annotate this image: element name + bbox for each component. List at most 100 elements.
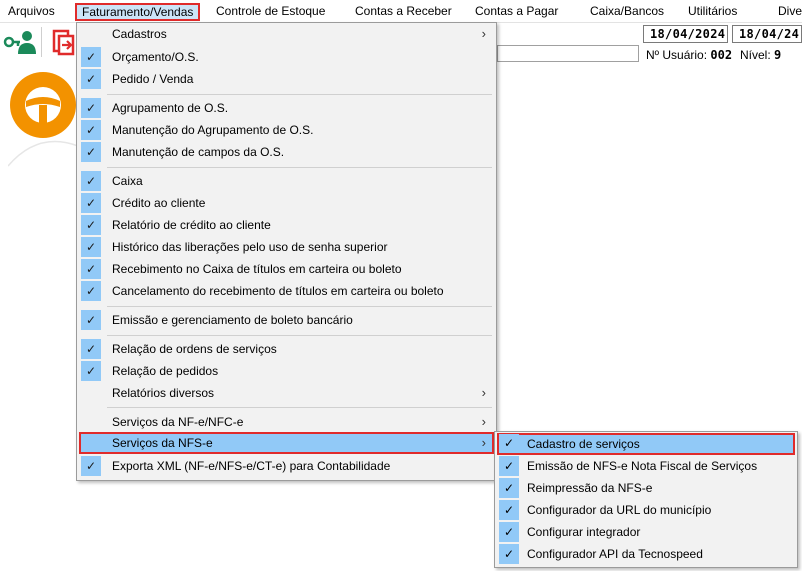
- submenu-item-emissao-nfse[interactable]: ✓ Emissão de NFS-e Nota Fiscal de Serviç…: [497, 455, 795, 477]
- menu-item-pedido-venda[interactable]: ✓ Pedido / Venda: [79, 68, 494, 90]
- user-number-value: 002: [710, 48, 733, 62]
- menu-separator: [107, 94, 492, 95]
- menu-item-orcamento-os[interactable]: ✓ Orçamento/O.S.: [79, 46, 494, 68]
- menu-item-relacao-pedidos[interactable]: ✓ Relação de pedidos: [79, 360, 494, 382]
- menu-item-label: Relatório de crédito ao cliente: [112, 218, 271, 232]
- menu-diversos[interactable]: Dive: [778, 3, 802, 21]
- menu-item-label: Emissão e gerenciamento de boleto bancár…: [112, 313, 353, 327]
- menu-item-label: Recebimento no Caixa de títulos em carte…: [112, 262, 402, 276]
- faturamento-dropdown-menu: Cadastros › ✓ Orçamento/O.S. ✓ Pedido / …: [76, 22, 497, 481]
- menu-item-relatorio-credito[interactable]: ✓ Relatório de crédito ao cliente: [79, 214, 494, 236]
- check-icon: ✓: [81, 193, 101, 213]
- menu-utilitarios[interactable]: Utilitários: [688, 3, 737, 21]
- menu-item-label: Histórico das liberações pelo uso de sen…: [112, 240, 388, 254]
- nfse-submenu: ✓ Cadastro de serviços ✓ Emissão de NFS-…: [494, 431, 798, 568]
- exit-icon[interactable]: [52, 28, 78, 59]
- menu-item-label: Agrupamento de O.S.: [112, 101, 229, 115]
- menu-item-label: Caixa: [112, 174, 143, 188]
- menu-contas-pagar[interactable]: Contas a Pagar: [475, 3, 558, 21]
- check-icon: ✓: [81, 310, 101, 330]
- check-icon: ✓: [81, 171, 101, 191]
- check-icon: ✓: [81, 237, 101, 257]
- menu-item-label: Cancelamento do recebimento de títulos e…: [112, 284, 444, 298]
- level-value: 9: [774, 48, 782, 62]
- menu-separator: [107, 407, 492, 408]
- menu-separator: [107, 335, 492, 336]
- check-icon: ✓: [81, 120, 101, 140]
- submenu-item-configurador-api[interactable]: ✓ Configurador API da Tecnospeed: [497, 543, 795, 565]
- menu-item-boleto-bancario[interactable]: ✓ Emissão e gerenciamento de boleto banc…: [79, 309, 494, 331]
- menu-item-recebimento-caixa[interactable]: ✓ Recebimento no Caixa de títulos em car…: [79, 258, 494, 280]
- menu-item-label: Orçamento/O.S.: [112, 50, 199, 64]
- submenu-item-label: Reimpressão da NFS-e: [527, 481, 653, 495]
- submenu-arrow-icon: ›: [481, 435, 486, 450]
- check-icon: ✓: [81, 215, 101, 235]
- check-icon: ✓: [499, 522, 519, 542]
- menu-item-label: Manutenção de campos da O.S.: [112, 145, 285, 159]
- check-icon: ✓: [81, 339, 101, 359]
- check-icon: ✓: [81, 98, 101, 118]
- check-icon: ✓: [499, 478, 519, 498]
- menu-separator: [107, 167, 492, 168]
- menu-item-manutencao-agrupamento[interactable]: ✓ Manutenção do Agrupamento de O.S.: [79, 119, 494, 141]
- submenu-item-configurar-integrador[interactable]: ✓ Configurar integrador: [497, 521, 795, 543]
- menu-item-label: Relação de pedidos: [112, 364, 219, 378]
- menu-item-label: Crédito ao cliente: [112, 196, 206, 210]
- submenu-item-label: Emissão de NFS-e Nota Fiscal de Serviços: [527, 459, 758, 473]
- menu-item-label: Serviços da NF-e/NFC-e: [112, 415, 244, 429]
- check-icon: ✓: [499, 434, 519, 452]
- menu-item-caixa[interactable]: ✓ Caixa: [79, 170, 494, 192]
- submenu-item-cadastro-servicos[interactable]: ✓ Cadastro de serviços: [497, 433, 795, 455]
- menu-item-cancelamento-recebimento[interactable]: ✓ Cancelamento do recebimento de títulos…: [79, 280, 494, 302]
- menu-caixa-bancos[interactable]: Caixa/Bancos: [590, 3, 664, 21]
- menu-item-label: Serviços da NFS-e: [112, 436, 213, 450]
- check-icon: ✓: [81, 69, 101, 89]
- submenu-item-label: Cadastro de serviços: [527, 437, 640, 451]
- menu-contas-receber[interactable]: Contas a Receber: [355, 3, 452, 21]
- menu-item-historico-liberacoes[interactable]: ✓ Histórico das liberações pelo uso de s…: [79, 236, 494, 258]
- info-field: [497, 45, 639, 62]
- menu-item-label: Relatórios diversos: [112, 386, 215, 400]
- submenu-arrow-icon: ›: [481, 385, 486, 400]
- menu-item-servicos-nfse[interactable]: Serviços da NFS-e ›: [79, 432, 494, 454]
- submenu-item-label: Configurador da URL do município: [527, 503, 712, 517]
- menu-controle-estoque[interactable]: Controle de Estoque: [216, 3, 325, 21]
- menu-item-credito-cliente[interactable]: ✓ Crédito ao cliente: [79, 192, 494, 214]
- submenu-item-reimpressao-nfse[interactable]: ✓ Reimpressão da NFS-e: [497, 477, 795, 499]
- submenu-item-configurador-url[interactable]: ✓ Configurador da URL do município: [497, 499, 795, 521]
- check-icon: ✓: [81, 259, 101, 279]
- menu-item-label: Cadastros: [112, 27, 167, 41]
- menu-item-label: Manutenção do Agrupamento de O.S.: [112, 123, 314, 137]
- menu-item-agrupamento-os[interactable]: ✓ Agrupamento de O.S.: [79, 97, 494, 119]
- toolbar-separator: [41, 27, 42, 57]
- date-field-2: 18/04/24: [732, 25, 802, 43]
- menu-item-label: Relação de ordens de serviços: [112, 342, 277, 356]
- level-label: Nível: 9: [740, 48, 782, 62]
- menu-item-label: Pedido / Venda: [112, 72, 194, 86]
- user-number-label: Nº Usuário: 002: [646, 48, 733, 62]
- check-icon: ✓: [499, 544, 519, 564]
- menu-item-manutencao-campos-os[interactable]: ✓ Manutenção de campos da O.S.: [79, 141, 494, 163]
- date-field-1: 18/04/2024: [643, 25, 728, 43]
- check-icon: ✓: [81, 142, 101, 162]
- menu-separator: [107, 306, 492, 307]
- check-icon: ✓: [499, 456, 519, 476]
- menu-item-cadastros[interactable]: Cadastros ›: [79, 23, 494, 45]
- check-icon: ✓: [81, 456, 101, 476]
- menu-arquivos[interactable]: Arquivos: [8, 3, 55, 21]
- app-logo-icon: [7, 71, 79, 174]
- submenu-arrow-icon: ›: [481, 26, 486, 41]
- user-key-icon[interactable]: [3, 29, 37, 58]
- menu-bar: Arquivos Faturamento/Vendas Controle de …: [0, 0, 802, 23]
- menu-item-relacao-ordens[interactable]: ✓ Relação de ordens de serviços: [79, 338, 494, 360]
- check-icon: ✓: [81, 361, 101, 381]
- check-icon: ✓: [81, 281, 101, 301]
- menu-faturamento-vendas[interactable]: Faturamento/Vendas: [75, 3, 201, 21]
- submenu-arrow-icon: ›: [481, 414, 486, 429]
- menu-item-relatorios-diversos[interactable]: Relatórios diversos ›: [79, 382, 494, 404]
- menu-item-servicos-nfe[interactable]: Serviços da NF-e/NFC-e ›: [79, 411, 494, 433]
- check-icon: ✓: [81, 47, 101, 67]
- submenu-item-label: Configurar integrador: [527, 525, 641, 539]
- submenu-item-label: Configurador API da Tecnospeed: [527, 547, 703, 561]
- menu-item-exporta-xml[interactable]: ✓ Exporta XML (NF-e/NFS-e/CT-e) para Con…: [79, 455, 494, 477]
